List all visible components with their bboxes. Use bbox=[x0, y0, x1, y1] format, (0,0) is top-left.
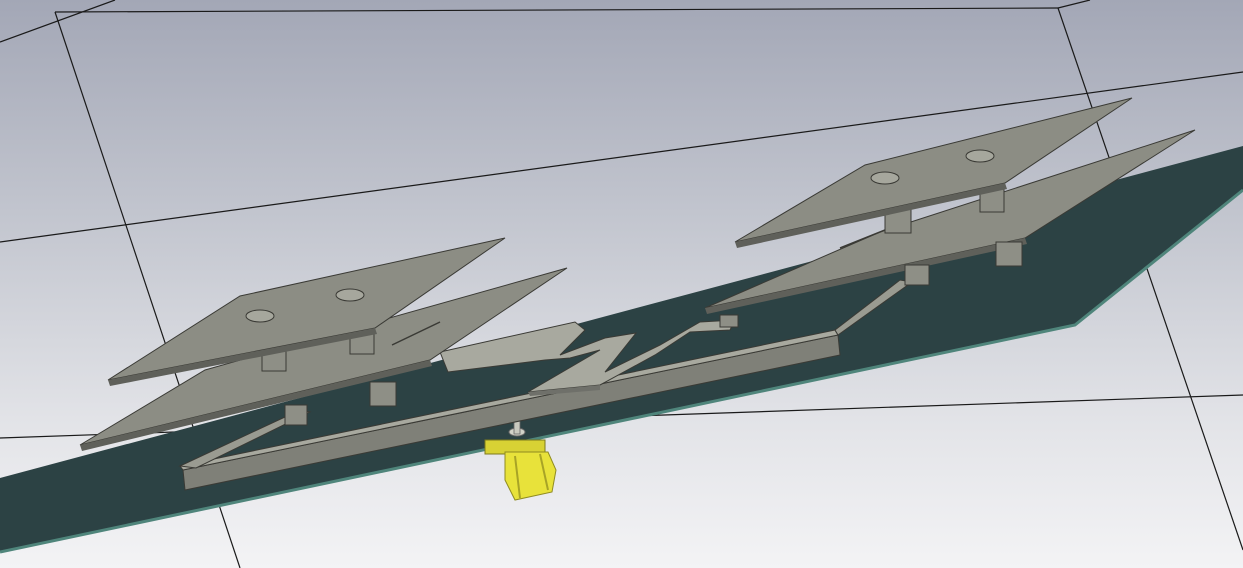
3d-scene[interactable] bbox=[0, 0, 1243, 568]
3d-model-viewport[interactable] bbox=[0, 0, 1243, 568]
